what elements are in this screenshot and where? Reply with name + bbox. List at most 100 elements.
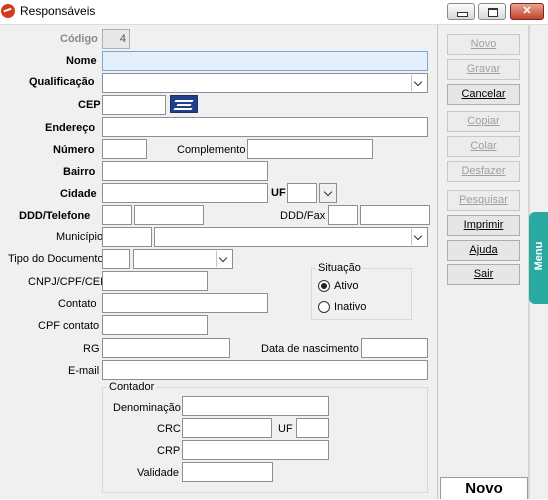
- ajuda-button-label: Ajuda: [469, 244, 498, 256]
- chevron-down-icon: [411, 229, 426, 245]
- colar-button[interactable]: Colar: [447, 136, 520, 157]
- maximize-icon: [488, 8, 498, 17]
- cep-label: CEP: [78, 99, 101, 111]
- cidade-label: Cidade: [60, 188, 97, 200]
- denominacao-label: Denominação: [113, 402, 181, 414]
- colar-button-label: Colar: [470, 140, 497, 152]
- rg-label: RG: [83, 343, 100, 355]
- app-logo-icon: [1, 4, 15, 18]
- crc-input[interactable]: [182, 418, 272, 438]
- cancelar-button[interactable]: Cancelar: [447, 84, 520, 105]
- fax-input[interactable]: [360, 205, 430, 225]
- sair-button-label: Sair: [473, 268, 494, 280]
- gravar-button-label: Gravar: [466, 63, 501, 75]
- imprimir-button[interactable]: Imprimir: [447, 215, 520, 236]
- numero-input[interactable]: [102, 139, 147, 159]
- ddd-telefone-input[interactable]: [102, 205, 132, 225]
- uf-dropdown-button[interactable]: [319, 183, 337, 203]
- cpf-contato-input[interactable]: [102, 315, 208, 335]
- cep-input[interactable]: [102, 95, 166, 115]
- qualificacao-label: Qualificação: [29, 76, 95, 88]
- denominacao-input[interactable]: [182, 396, 329, 416]
- codigo-field: 4: [102, 29, 130, 49]
- novo-button[interactable]: Novo: [447, 34, 520, 55]
- nome-input[interactable]: [102, 51, 428, 71]
- copiar-button-label: Copiar: [467, 115, 500, 127]
- cancelar-button-label: Cancelar: [461, 88, 506, 100]
- correios-search-button[interactable]: [170, 95, 198, 113]
- municipio-select[interactable]: [154, 227, 428, 247]
- data-nascimento-label: Data de nascimento: [261, 343, 359, 355]
- contador-title: Contador: [107, 381, 157, 393]
- qualificacao-select[interactable]: [102, 73, 428, 93]
- situacao-inativo-radio[interactable]: [318, 301, 330, 313]
- menu-tab[interactable]: Menu: [529, 212, 548, 304]
- contato-label: Contato: [58, 298, 97, 310]
- pesquisar-button-label: Pesquisar: [459, 194, 508, 206]
- municipio-label: Município: [56, 231, 104, 243]
- nome-label: Nome: [66, 55, 97, 67]
- uf-label: UF: [271, 187, 286, 199]
- imprimir-button-label: Imprimir: [463, 219, 504, 231]
- menu-tab-label: Menu: [533, 241, 545, 271]
- cnpj-label: CNPJ/CPF/CEI: [28, 276, 104, 288]
- correios-logo-stripe: [176, 104, 192, 106]
- situacao-title: Situação: [316, 262, 363, 274]
- ddd-fax-input[interactable]: [328, 205, 358, 225]
- complemento-input[interactable]: [247, 139, 373, 159]
- complemento-label: Complemento: [177, 144, 246, 156]
- desfazer-button-label: Desfazer: [461, 165, 506, 177]
- close-icon: ✕: [522, 5, 532, 17]
- maximize-button[interactable]: [478, 3, 506, 20]
- minimize-button[interactable]: [447, 3, 475, 20]
- window: Responsáveis ✕ Código 4 Nome Qualificaçã…: [0, 0, 548, 499]
- email-label: E-mail: [68, 365, 100, 377]
- uf-select[interactable]: [287, 183, 317, 203]
- gravar-button[interactable]: Gravar: [447, 59, 520, 80]
- pesquisar-button[interactable]: Pesquisar: [447, 190, 520, 211]
- data-nascimento-input[interactable]: [361, 338, 428, 358]
- close-button[interactable]: ✕: [510, 3, 544, 20]
- ddd-fax-label: DDD/Fax: [280, 210, 326, 222]
- minimize-icon: [457, 12, 468, 17]
- mode-status: Novo: [440, 477, 528, 499]
- novo-button-label: Novo: [470, 38, 497, 50]
- situacao-inativo-label: Inativo: [334, 301, 367, 313]
- correios-logo-icon: [174, 100, 194, 102]
- rg-input[interactable]: [102, 338, 230, 358]
- ajuda-button[interactable]: Ajuda: [447, 240, 520, 261]
- numero-label: Número: [53, 144, 95, 156]
- tipo-documento-select[interactable]: [133, 249, 233, 269]
- title-bar: Responsáveis ✕: [0, 0, 548, 25]
- telefone-input[interactable]: [134, 205, 204, 225]
- cpf-contato-label: CPF contato: [38, 320, 100, 332]
- ddd-telefone-label: DDD/Telefone: [19, 210, 91, 222]
- situacao-ativo-radio[interactable]: [318, 280, 330, 292]
- cnpj-input[interactable]: [102, 271, 208, 291]
- municipio-code-input[interactable]: [102, 227, 152, 247]
- situacao-ativo-label: Ativo: [334, 280, 359, 292]
- window-title: Responsáveis: [20, 4, 96, 18]
- validade-input[interactable]: [182, 462, 273, 482]
- validade-label: Validade: [137, 467, 179, 479]
- crc-label: CRC: [157, 423, 181, 435]
- contador-uf-input[interactable]: [296, 418, 329, 438]
- crp-input[interactable]: [182, 440, 329, 460]
- cidade-input[interactable]: [102, 183, 268, 203]
- tipo-documento-code-input[interactable]: [102, 249, 130, 269]
- chevron-down-icon: [216, 251, 231, 267]
- contato-input[interactable]: [102, 293, 268, 313]
- crp-label: CRP: [157, 445, 181, 457]
- sair-button[interactable]: Sair: [447, 264, 520, 285]
- chevron-down-icon: [411, 75, 426, 91]
- email-input[interactable]: [102, 360, 428, 380]
- desfazer-button[interactable]: Desfazer: [447, 161, 520, 182]
- bairro-input[interactable]: [102, 161, 268, 181]
- copiar-button[interactable]: Copiar: [447, 111, 520, 132]
- endereco-label: Endereço: [45, 122, 96, 134]
- correios-logo-stripe: [173, 108, 193, 110]
- contador-uf-label: UF: [278, 423, 293, 435]
- endereco-input[interactable]: [102, 117, 428, 137]
- tipo-documento-label: Tipo do Documento: [8, 253, 104, 265]
- bairro-label: Bairro: [63, 166, 96, 178]
